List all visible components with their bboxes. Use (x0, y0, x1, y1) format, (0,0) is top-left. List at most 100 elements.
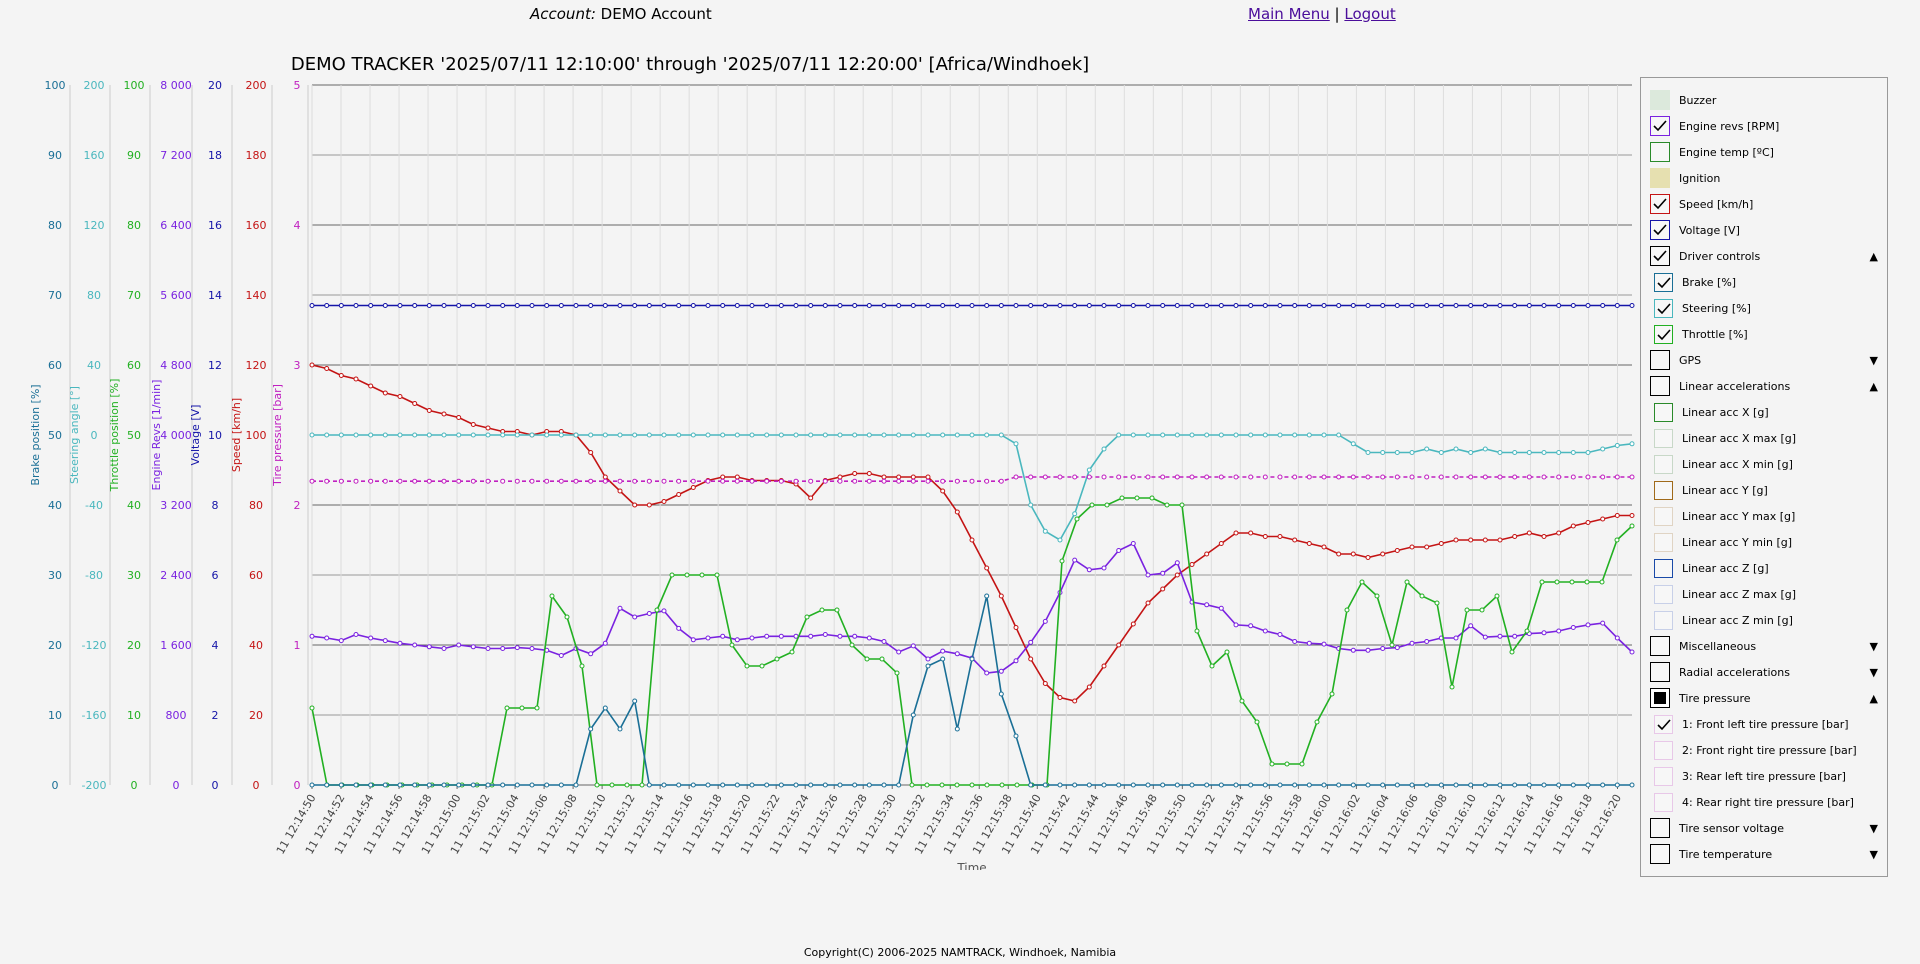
telemetry-chart[interactable]: DEMO TRACKER '2025/07/11 12:10:00' throu… (0, 40, 1640, 870)
legend-item[interactable]: GPS ▼ (1650, 347, 1884, 373)
main-menu-link[interactable]: Main Menu (1248, 5, 1330, 23)
legend-checkbox[interactable] (1650, 246, 1670, 266)
legend-checkbox[interactable] (1654, 506, 1673, 526)
legend-item[interactable]: Buzzer (1650, 87, 1884, 113)
legend-item[interactable]: Linear acc Z max [g] (1654, 581, 1884, 607)
collapse-arrow-icon[interactable]: ▲ (1870, 250, 1878, 263)
legend-item[interactable]: Tire sensor voltage ▼ (1650, 815, 1884, 841)
legend-item[interactable]: 4: Rear right tire pressure [bar] (1654, 789, 1884, 815)
legend-item[interactable]: Driver controls ▲ (1650, 243, 1884, 269)
series-line (312, 595, 1632, 786)
legend-checkbox[interactable] (1654, 402, 1673, 422)
legend-item[interactable]: 2: Front right tire pressure [bar] (1654, 737, 1884, 763)
data-point (1218, 782, 1224, 788)
legend-checkbox[interactable] (1654, 454, 1673, 474)
data-point (654, 607, 660, 613)
legend-item[interactable]: Linear acc Y [g] (1654, 477, 1884, 503)
legend-checkbox[interactable] (1654, 428, 1673, 448)
series-lines (309, 303, 1635, 788)
legend-checkbox[interactable] (1654, 558, 1673, 578)
expand-arrow-icon[interactable]: ▼ (1870, 666, 1878, 679)
data-point (426, 408, 432, 413)
collapse-arrow-icon[interactable]: ▲ (1870, 692, 1878, 705)
legend-item[interactable]: Linear accelerations ▲ (1650, 373, 1884, 399)
data-point (1336, 782, 1342, 788)
legend-checkbox[interactable] (1650, 350, 1670, 370)
legend-item[interactable]: Linear acc Z [g] (1654, 555, 1884, 581)
data-point (1509, 649, 1515, 655)
data-point (808, 303, 814, 308)
data-point (1336, 303, 1342, 308)
legend-item[interactable]: Steering [%] (1654, 295, 1884, 321)
legend-checkbox[interactable] (1654, 532, 1673, 552)
legend-item[interactable]: Engine temp [ºC] (1650, 139, 1884, 165)
data-point (500, 782, 506, 788)
legend-item[interactable]: Throttle [%] (1654, 321, 1884, 347)
legend-checkbox[interactable] (1650, 168, 1670, 188)
expand-arrow-icon[interactable]: ▼ (1870, 848, 1878, 861)
legend-checkbox[interactable] (1654, 480, 1673, 500)
legend-item[interactable]: Voltage [V] (1650, 217, 1884, 243)
data-point (940, 478, 946, 484)
legend-item[interactable]: Linear acc X max [g] (1654, 425, 1884, 451)
legend-item[interactable]: 3: Rear left tire pressure [bar] (1654, 763, 1884, 789)
legend-item[interactable]: Linear acc X [g] (1654, 399, 1884, 425)
legend-checkbox[interactable] (1654, 766, 1673, 786)
data-point (940, 303, 946, 308)
data-point (924, 782, 930, 788)
data-point (1089, 502, 1095, 508)
legend-checkbox[interactable] (1654, 714, 1673, 734)
legend-item[interactable]: Linear acc X min [g] (1654, 451, 1884, 477)
data-point (1042, 618, 1048, 624)
legend-checkbox[interactable] (1650, 142, 1670, 162)
legend-checkbox[interactable] (1650, 818, 1670, 838)
legend-checkbox[interactable] (1654, 792, 1673, 812)
legend-checkbox[interactable] (1650, 844, 1670, 864)
legend-checkbox[interactable] (1654, 272, 1673, 292)
y-axis-5: 0 20 40 60 80 100 120 140 160 180 200 Speed [km/h] (230, 79, 273, 792)
data-point (1409, 474, 1415, 480)
data-point (1314, 719, 1320, 725)
legend-checkbox[interactable] (1650, 688, 1670, 708)
logout-link[interactable]: Logout (1344, 5, 1395, 23)
data-point (1306, 541, 1312, 546)
legend-item[interactable]: Speed [km/h] (1650, 191, 1884, 217)
data-point (617, 478, 623, 484)
data-point (558, 653, 564, 658)
legend-checkbox[interactable] (1650, 376, 1670, 396)
collapse-arrow-icon[interactable]: ▲ (1870, 380, 1878, 393)
legend-item[interactable]: Brake [%] (1654, 269, 1884, 295)
data-point (1424, 544, 1430, 550)
legend-item[interactable]: 1: Front left tire pressure [bar] (1654, 711, 1884, 737)
expand-arrow-icon[interactable]: ▼ (1870, 354, 1878, 367)
expand-arrow-icon[interactable]: ▼ (1870, 640, 1878, 653)
legend-checkbox[interactable] (1654, 740, 1673, 760)
legend-item[interactable]: Tire pressure ▲ (1650, 685, 1884, 711)
data-point (1248, 782, 1254, 788)
legend-item[interactable]: Ignition (1650, 165, 1884, 191)
data-point (1116, 642, 1122, 648)
legend-item[interactable]: Miscellaneous ▼ (1650, 633, 1884, 659)
legend-checkbox[interactable] (1654, 298, 1673, 318)
legend-checkbox[interactable] (1654, 324, 1673, 344)
legend-checkbox[interactable] (1650, 662, 1670, 682)
data-point (1057, 303, 1063, 308)
legend-item[interactable]: Tire temperature ▼ (1650, 841, 1884, 867)
legend-item[interactable]: Linear acc Y max [g] (1654, 503, 1884, 529)
expand-arrow-icon[interactable]: ▼ (1870, 822, 1878, 835)
legend-item[interactable]: Linear acc Y min [g] (1654, 529, 1884, 555)
legend-checkbox[interactable] (1650, 194, 1670, 214)
legend-item[interactable]: Linear acc Z min [g] (1654, 607, 1884, 633)
data-point (1512, 303, 1518, 308)
legend-checkbox[interactable] (1654, 610, 1673, 630)
data-point (998, 432, 1004, 438)
legend-item[interactable]: Radial accelerations ▼ (1650, 659, 1884, 685)
legend-checkbox[interactable] (1650, 220, 1670, 240)
legend-checkbox[interactable] (1650, 90, 1670, 110)
legend-checkbox[interactable] (1650, 116, 1670, 136)
legend-checkbox[interactable] (1654, 584, 1673, 604)
data-point (690, 303, 696, 308)
data-point (881, 303, 887, 308)
legend-checkbox[interactable] (1650, 636, 1670, 656)
legend-item[interactable]: Engine revs [RPM] (1650, 113, 1884, 139)
